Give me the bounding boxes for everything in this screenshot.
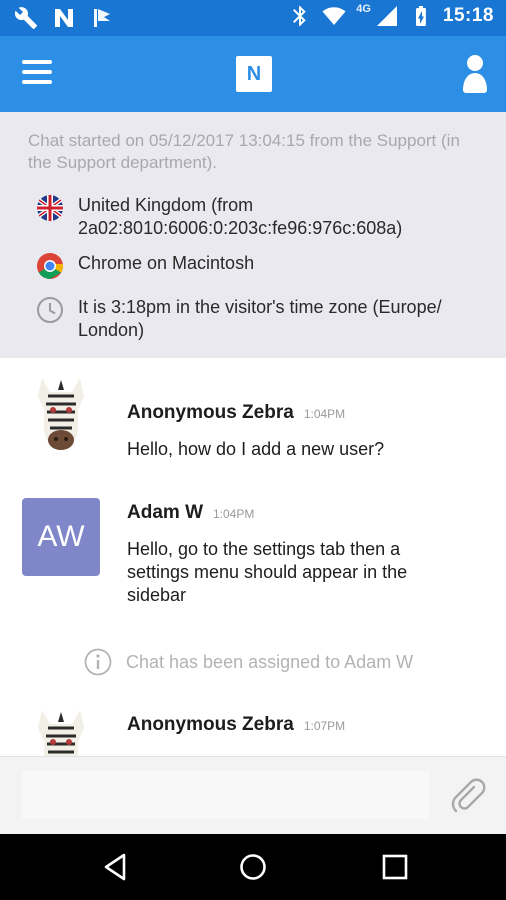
chrome-icon [37, 253, 64, 279]
message-body: Hello, how do I add a new user? [127, 439, 385, 459]
signal-icon [376, 6, 397, 26]
compose-bar [0, 756, 506, 834]
chat-start-info: Chat started on 05/12/2017 13:04:15 from… [28, 131, 460, 172]
message-input[interactable] [22, 771, 430, 819]
visitor-info-panel: Chat started on 05/12/2017 13:04:15 from… [0, 112, 506, 358]
home-icon[interactable] [238, 852, 268, 882]
location-text: United Kingdom (from 2a02:8010:6006:0:20… [78, 195, 403, 238]
bluetooth-icon [293, 6, 306, 26]
avatar: AW [22, 498, 100, 576]
zebra-avatar [38, 710, 84, 756]
sender-name: Anonymous Zebra 1:07PM [127, 714, 345, 736]
message-list[interactable]: Anonymous Zebra 1:04PM Hello, how do I ad… [0, 358, 506, 756]
wrench-icon [14, 7, 37, 29]
sender-name-text: Anonymous Zebra [127, 714, 294, 735]
sender-name-text: Adam W [127, 502, 203, 523]
battery-icon [415, 6, 426, 26]
network-type: 4G [356, 3, 371, 15]
recents-icon[interactable] [380, 852, 410, 882]
timezone-text: It is 3:18pm in the visitor's time zone … [78, 297, 442, 340]
wifi-icon [322, 7, 346, 26]
system-nav-bar [0, 834, 506, 900]
sender-name: Anonymous Zebra 1:04PM [127, 402, 345, 424]
browser-row: Chrome on Macintosh [36, 252, 488, 280]
sender-name-text: Anonymous Zebra [127, 402, 294, 423]
person-icon[interactable] [462, 54, 488, 94]
status-time: 15:18 [442, 5, 494, 26]
flag-notification-icon [94, 9, 110, 27]
n-notification-icon [55, 9, 73, 27]
app-bar: N [0, 36, 506, 112]
location-row: United Kingdom (from 2a02:8010:6006:0:20… [36, 194, 488, 240]
sender-name: Adam W 1:04PM [127, 502, 254, 524]
clock-icon [37, 297, 63, 323]
system-note: Chat has been assigned to Adam W [84, 648, 413, 676]
message-body: Hello, go to the settings tab then a set… [127, 539, 408, 605]
hamburger-icon[interactable] [22, 60, 52, 84]
message-time: 1:04PM [213, 507, 255, 521]
status-left-icons [14, 6, 114, 30]
paperclip-icon[interactable] [448, 775, 488, 815]
message-time: 1:04PM [303, 407, 346, 421]
timezone-row: It is 3:18pm in the visitor's time zone … [36, 296, 488, 342]
status-bar: 4G 15:18 [0, 0, 506, 36]
message-time: 1:07PM [303, 719, 346, 733]
status-right-icons: 4G 15:18 [288, 3, 494, 28]
system-note-text: Chat has been assigned to Adam W [126, 651, 414, 672]
back-icon[interactable] [100, 852, 130, 882]
info-icon [84, 648, 112, 676]
zebra-avatar [38, 378, 84, 450]
browser-text: Chrome on Macintosh [78, 253, 255, 273]
uk-flag-icon [37, 195, 63, 221]
app-logo: N [236, 56, 272, 92]
